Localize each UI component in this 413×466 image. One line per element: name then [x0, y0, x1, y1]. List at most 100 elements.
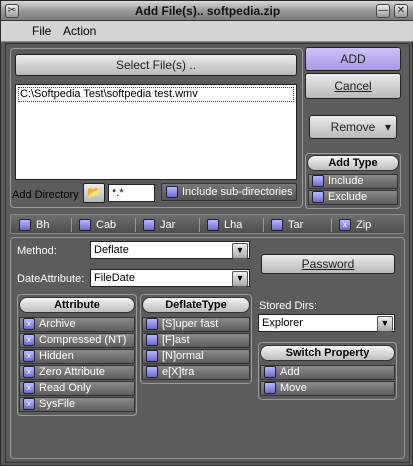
menu-bar: File Action: [1, 21, 413, 42]
tab-divider: [135, 218, 136, 232]
attribute-archive[interactable]: x Archive: [19, 317, 135, 332]
select-files-button[interactable]: Select File(s) ..: [15, 54, 297, 76]
stored-dirs-select[interactable]: Explorer ▼: [258, 314, 395, 332]
attribute-compressed-label: Compressed (NT): [39, 334, 127, 346]
attribute-sysfile[interactable]: x SysFile: [19, 397, 135, 412]
title-bar[interactable]: ✂ Add File(s).. softpedia.zip — ✕: [1, 1, 413, 21]
dialog-body: Select File(s) .. C:\Softpedia Test\soft…: [5, 43, 410, 463]
switch-property-add[interactable]: Add: [260, 365, 395, 380]
switch-property-add-label: Add: [280, 366, 300, 378]
cancel-button[interactable]: Cancel: [305, 73, 401, 99]
tab-divider: [71, 218, 72, 232]
deflate-extra-label: e[X]tra: [162, 366, 195, 378]
date-attribute-value: FileDate: [94, 272, 135, 284]
add-button[interactable]: ADD: [305, 47, 401, 71]
checkbox-checked-icon: x: [23, 398, 35, 411]
deflate-fast-label: [F]ast: [162, 334, 190, 346]
close-icon[interactable]: ✕: [394, 4, 408, 18]
tab-divider: [331, 218, 332, 232]
attribute-hidden[interactable]: x Hidden: [19, 349, 135, 364]
tab-divider: [199, 218, 200, 232]
add-type-exclude-label: Exclude: [328, 191, 368, 203]
method-select[interactable]: Deflate ▼: [90, 241, 250, 259]
method-value: Deflate: [94, 244, 129, 256]
deflate-type-header: DeflateType: [142, 297, 250, 313]
checkbox-icon: [19, 219, 31, 232]
remove-label: Remove: [330, 120, 376, 134]
deflate-extra[interactable]: e[X]tra: [142, 365, 250, 380]
chevron-down-icon[interactable]: ▼: [232, 271, 248, 287]
radio-icon: [146, 318, 158, 331]
deflate-normal-label: [N]ormal: [162, 350, 204, 362]
tab-jar[interactable]: Jar: [143, 218, 175, 232]
file-mask-input[interactable]: *.*: [108, 184, 155, 202]
deflate-normal[interactable]: [N]ormal: [142, 349, 250, 364]
radio-icon: [264, 366, 276, 379]
checkbox-checked-icon: x: [23, 382, 35, 395]
attribute-compressed[interactable]: x Compressed (NT): [19, 333, 135, 348]
tab-bh[interactable]: Bh: [19, 218, 49, 232]
chevron-down-icon[interactable]: ▼: [377, 316, 393, 332]
menu-action[interactable]: Action: [61, 24, 98, 39]
tab-cab-label: Cab: [96, 219, 117, 231]
radio-icon: [264, 382, 276, 395]
checkbox-checked-icon: x: [23, 334, 35, 347]
main-window: ✂ Add File(s).. softpedia.zip — ✕ File A…: [0, 0, 413, 466]
window-title: Add File(s).. softpedia.zip: [134, 4, 281, 18]
add-type-include[interactable]: Include: [308, 174, 398, 189]
deflate-fast[interactable]: [F]ast: [142, 333, 250, 348]
radio-icon: [312, 191, 324, 204]
attribute-sysfile-label: SysFile: [39, 398, 76, 410]
password-button[interactable]: Password: [261, 254, 395, 274]
attribute-archive-label: Archive: [39, 318, 76, 330]
stored-dirs-label: Stored Dirs:: [259, 300, 318, 312]
switch-property-move-label: Move: [280, 382, 307, 394]
include-subdirectories-checkbox[interactable]: Include sub-directories: [161, 183, 297, 201]
attribute-zero[interactable]: x Zero Attribute: [19, 365, 135, 380]
attribute-read-only-label: Read Only: [39, 382, 91, 394]
tab-zip-label: Zip: [356, 219, 372, 231]
add-type-include-label: Include: [328, 175, 364, 187]
switch-property-header: Switch Property: [260, 345, 395, 361]
tab-lha[interactable]: Lha: [207, 218, 242, 232]
radio-icon: [312, 175, 324, 188]
include-subdirectories-label: Include sub-directories: [182, 186, 293, 198]
checkbox-icon: [143, 219, 155, 232]
browse-folder-button[interactable]: 📂: [83, 183, 105, 203]
attribute-read-only[interactable]: x Read Only: [19, 381, 135, 396]
checkbox-icon: [166, 186, 178, 199]
menu-file[interactable]: File: [30, 24, 53, 39]
chevron-down-icon[interactable]: ▼: [232, 243, 248, 259]
file-list[interactable]: C:\Softpedia Test\softpedia test.wmv: [15, 84, 297, 180]
checkbox-checked-icon: x: [23, 318, 35, 331]
attribute-hidden-label: Hidden: [39, 350, 74, 362]
switch-property-move[interactable]: Move: [260, 381, 395, 396]
attribute-zero-label: Zero Attribute: [39, 366, 106, 378]
list-item[interactable]: C:\Softpedia Test\softpedia test.wmv: [18, 87, 294, 102]
chevron-down-icon: ▾: [384, 120, 391, 134]
folder-icon: 📂: [87, 187, 101, 199]
remove-button[interactable]: Remove ▾: [309, 115, 397, 139]
tab-divider: [263, 218, 264, 232]
deflate-super-fast[interactable]: [S]uper fast: [142, 317, 250, 332]
add-type-exclude[interactable]: Exclude: [308, 190, 398, 205]
radio-icon: [146, 350, 158, 363]
deflate-super-fast-label: [S]uper fast: [162, 318, 219, 330]
radio-icon: [146, 366, 158, 379]
format-tab-strip: Bh Cab Jar Lha Tar x Zip: [10, 214, 405, 234]
checkbox-icon: [207, 219, 219, 232]
tab-zip[interactable]: x Zip: [339, 218, 371, 232]
minimize-icon[interactable]: —: [376, 4, 390, 18]
add-directory-label: Add Directory: [12, 189, 79, 201]
date-attribute-select[interactable]: FileDate ▼: [90, 269, 250, 287]
checkbox-checked-icon: x: [23, 350, 35, 363]
date-attribute-label: DateAttribute:: [17, 273, 85, 285]
checkbox-icon: [79, 219, 91, 232]
tab-lha-label: Lha: [224, 219, 243, 231]
stored-dirs-value: Explorer: [262, 317, 303, 329]
tab-cab[interactable]: Cab: [79, 218, 116, 232]
radio-icon: [146, 334, 158, 347]
tab-tar[interactable]: Tar: [271, 218, 303, 232]
tab-bh-label: Bh: [36, 219, 50, 231]
method-label: Method:: [17, 245, 57, 257]
